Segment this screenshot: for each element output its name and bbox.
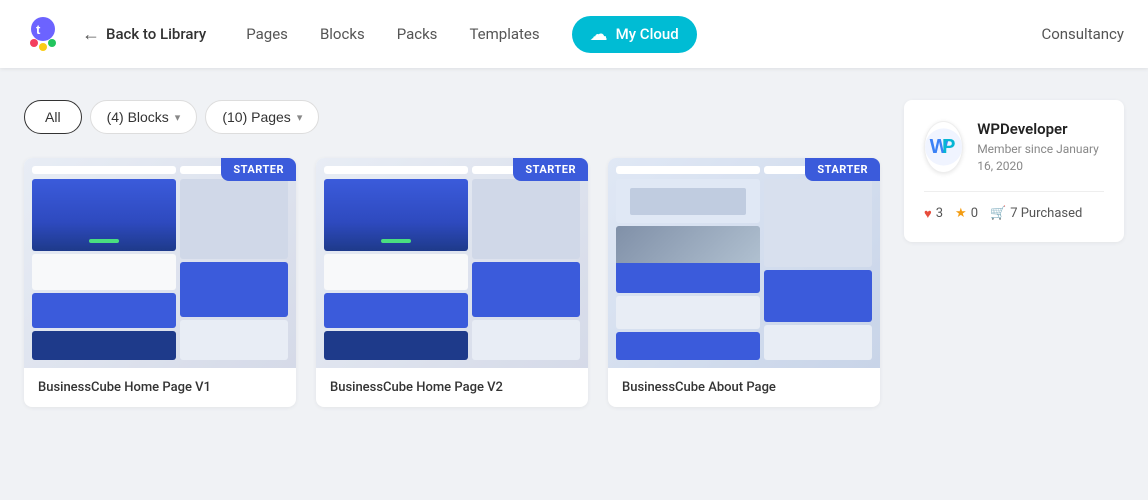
heart-icon: ♥: [924, 206, 932, 222]
card-title: BusinessCube Home Page V1: [24, 368, 296, 407]
content-area: All (4) Blocks ▾ (10) Pages ▾ STARTER: [24, 100, 880, 407]
developer-name: WPDeveloper: [977, 120, 1104, 138]
developer-avatar: W P: [924, 121, 963, 173]
card-title: BusinessCube About Page: [608, 368, 880, 407]
card-grid: STARTER: [24, 158, 880, 407]
svg-text:P: P: [942, 136, 955, 158]
header: t ← Back to Library Pages Blocks Packs T…: [0, 0, 1148, 68]
back-arrow-icon: ←: [82, 24, 100, 45]
svg-text:t: t: [36, 22, 41, 37]
sidebar-stats: ♥ 3 ★ 0 🛒 7 Purchased: [924, 206, 1104, 222]
my-cloud-label: My Cloud: [616, 25, 679, 43]
member-since: Member since January 16, 2020: [977, 141, 1104, 175]
developer-info: W P WPDeveloper Member since January 16,…: [924, 120, 1104, 175]
filter-blocks-button[interactable]: (4) Blocks ▾: [90, 100, 198, 134]
consultancy-label: Consultancy: [1041, 25, 1124, 43]
starter-badge: STARTER: [221, 158, 296, 181]
chevron-down-icon: ▾: [175, 111, 181, 124]
nav-blocks[interactable]: Blocks: [320, 25, 365, 43]
starter-badge: STARTER: [805, 158, 880, 181]
logo: t: [24, 15, 62, 53]
template-card[interactable]: STARTER: [316, 158, 588, 407]
card-image: STARTER: [24, 158, 296, 368]
stars-count: 0: [971, 206, 978, 221]
nav-pages[interactable]: Pages: [246, 25, 288, 43]
divider: [924, 191, 1104, 192]
nav-packs[interactable]: Packs: [397, 25, 438, 43]
back-to-library-label: Back to Library: [106, 25, 206, 43]
chevron-down-icon: ▾: [297, 111, 303, 124]
template-card[interactable]: STARTER: [24, 158, 296, 407]
main-content: All (4) Blocks ▾ (10) Pages ▾ STARTER: [0, 68, 1148, 431]
nav-templates[interactable]: Templates: [469, 25, 539, 43]
template-card[interactable]: STARTER: [608, 158, 880, 407]
card-image: STARTER: [608, 158, 880, 368]
card-image: STARTER: [316, 158, 588, 368]
card-title: BusinessCube Home Page V2: [316, 368, 588, 407]
sidebar-card: W P WPDeveloper Member since January 16,…: [904, 100, 1124, 242]
hearts-stat: ♥ 3: [924, 206, 943, 222]
filter-all-button[interactable]: All: [24, 100, 82, 134]
nav: Pages Blocks Packs Templates ☁ My Cloud: [246, 16, 1041, 53]
my-cloud-button[interactable]: ☁ My Cloud: [572, 16, 697, 53]
back-to-library-link[interactable]: ← Back to Library: [82, 24, 206, 45]
purchased-stat: 🛒 7 Purchased: [990, 206, 1082, 221]
star-icon: ★: [955, 206, 967, 221]
purchased-count: 7 Purchased: [1010, 206, 1082, 221]
hearts-count: 3: [936, 206, 943, 221]
filter-bar: All (4) Blocks ▾ (10) Pages ▾: [24, 100, 880, 134]
filter-blocks-label: (4) Blocks: [107, 109, 169, 125]
cloud-icon: ☁: [590, 24, 608, 45]
stars-stat: ★ 0: [955, 206, 978, 221]
cart-icon: 🛒: [990, 206, 1006, 221]
filter-pages-button[interactable]: (10) Pages ▾: [205, 100, 319, 134]
starter-badge: STARTER: [513, 158, 588, 181]
filter-pages-label: (10) Pages: [222, 109, 290, 125]
